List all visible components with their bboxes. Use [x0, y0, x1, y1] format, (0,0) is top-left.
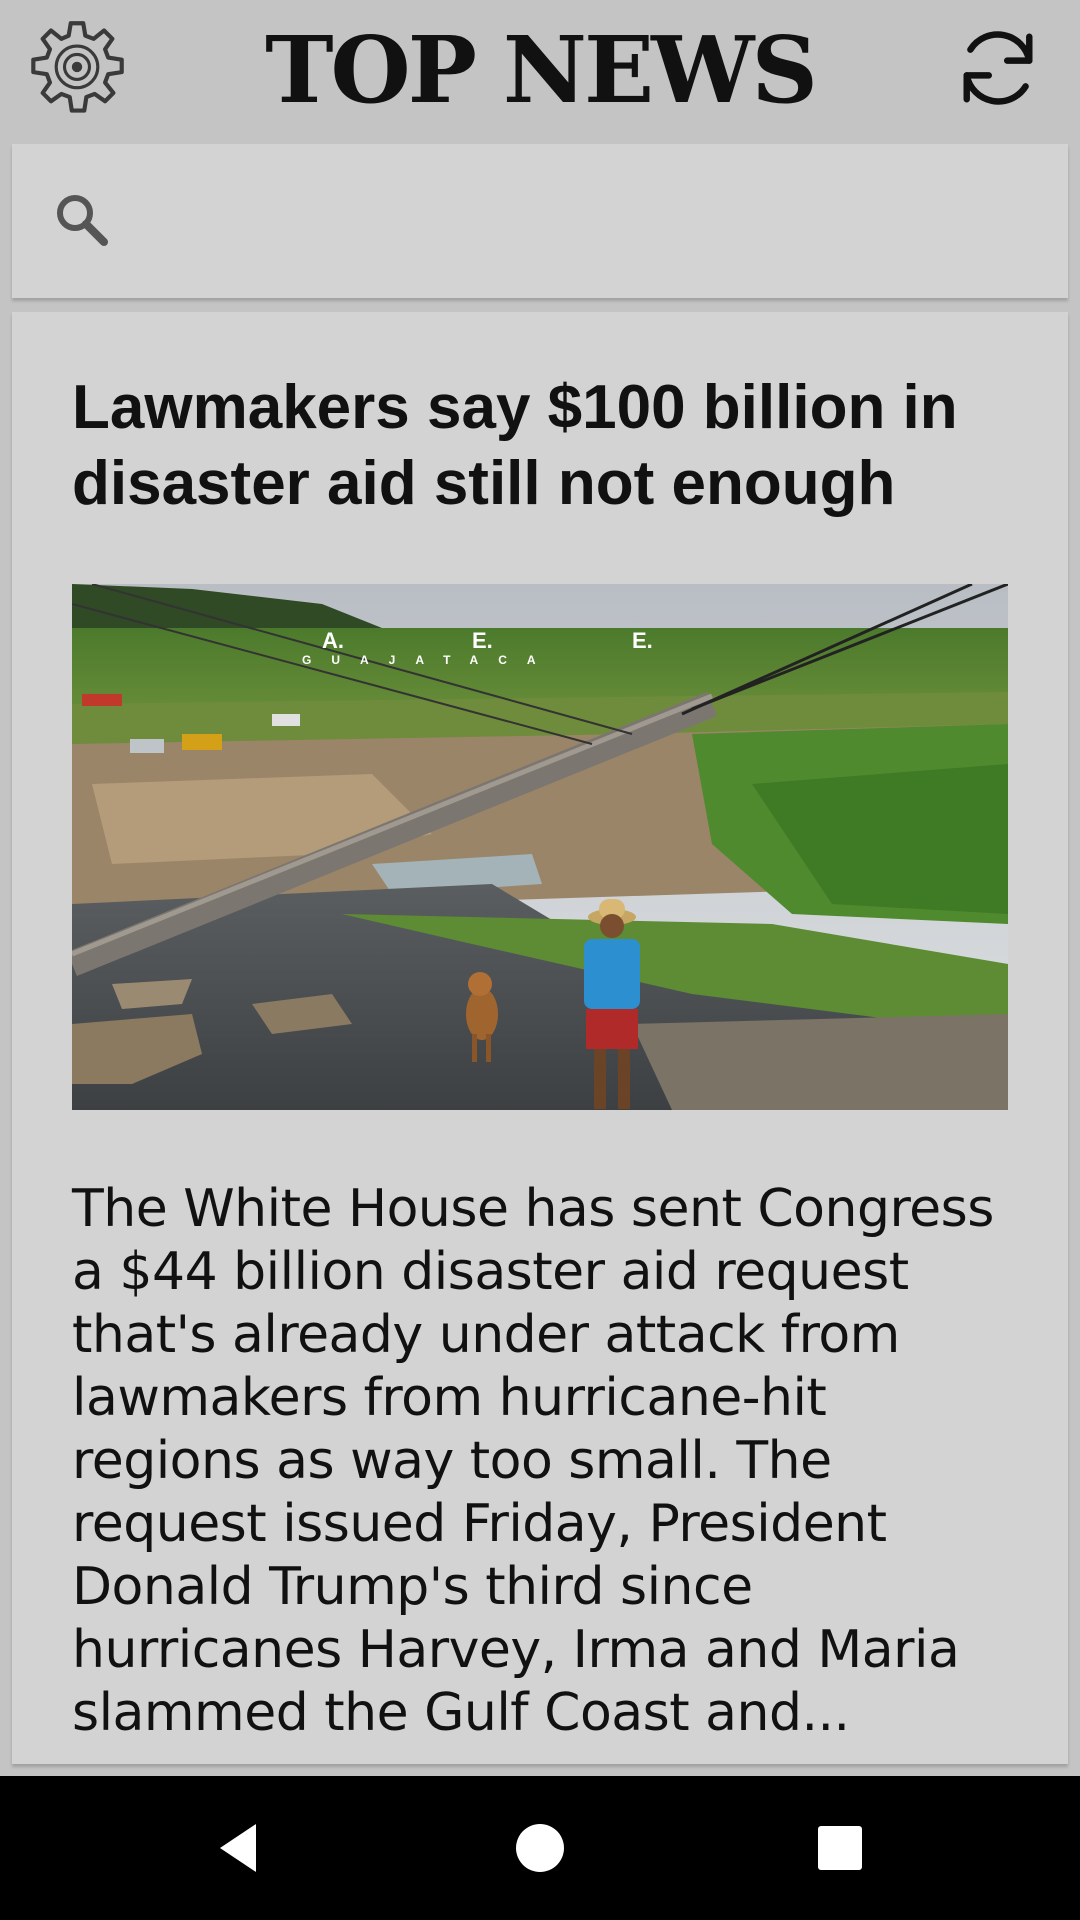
home-button[interactable] — [490, 1798, 590, 1898]
recents-button[interactable] — [790, 1798, 890, 1898]
dam-sign-letter: E. — [632, 628, 653, 653]
back-icon — [220, 1824, 256, 1872]
system-nav-bar — [0, 1776, 1080, 1920]
article-photo: A. E. E. GUAJATACA — [72, 584, 1008, 1110]
dam-sign-letter: A. — [322, 628, 344, 653]
app-title: TOP NEWS — [265, 16, 818, 124]
article-image[interactable]: A. E. E. GUAJATACA — [72, 584, 1008, 1110]
dam-sign-word: GUAJATACA — [302, 653, 556, 667]
dam-sign-letter: E. — [472, 628, 493, 653]
article-summary[interactable]: The White House has sent Congress a $44 … — [72, 1178, 1022, 1745]
app-bar: TOP NEWS — [0, 0, 1080, 138]
refresh-button[interactable] — [948, 18, 1048, 118]
recents-icon — [818, 1826, 862, 1870]
search-icon — [57, 195, 108, 246]
home-icon — [516, 1824, 564, 1872]
back-button[interactable] — [190, 1798, 290, 1898]
article-headline[interactable]: Lawmakers say $100 billion in disaster a… — [72, 370, 1012, 522]
search-input[interactable] — [130, 178, 1030, 264]
refresh-icon — [963, 31, 1033, 105]
